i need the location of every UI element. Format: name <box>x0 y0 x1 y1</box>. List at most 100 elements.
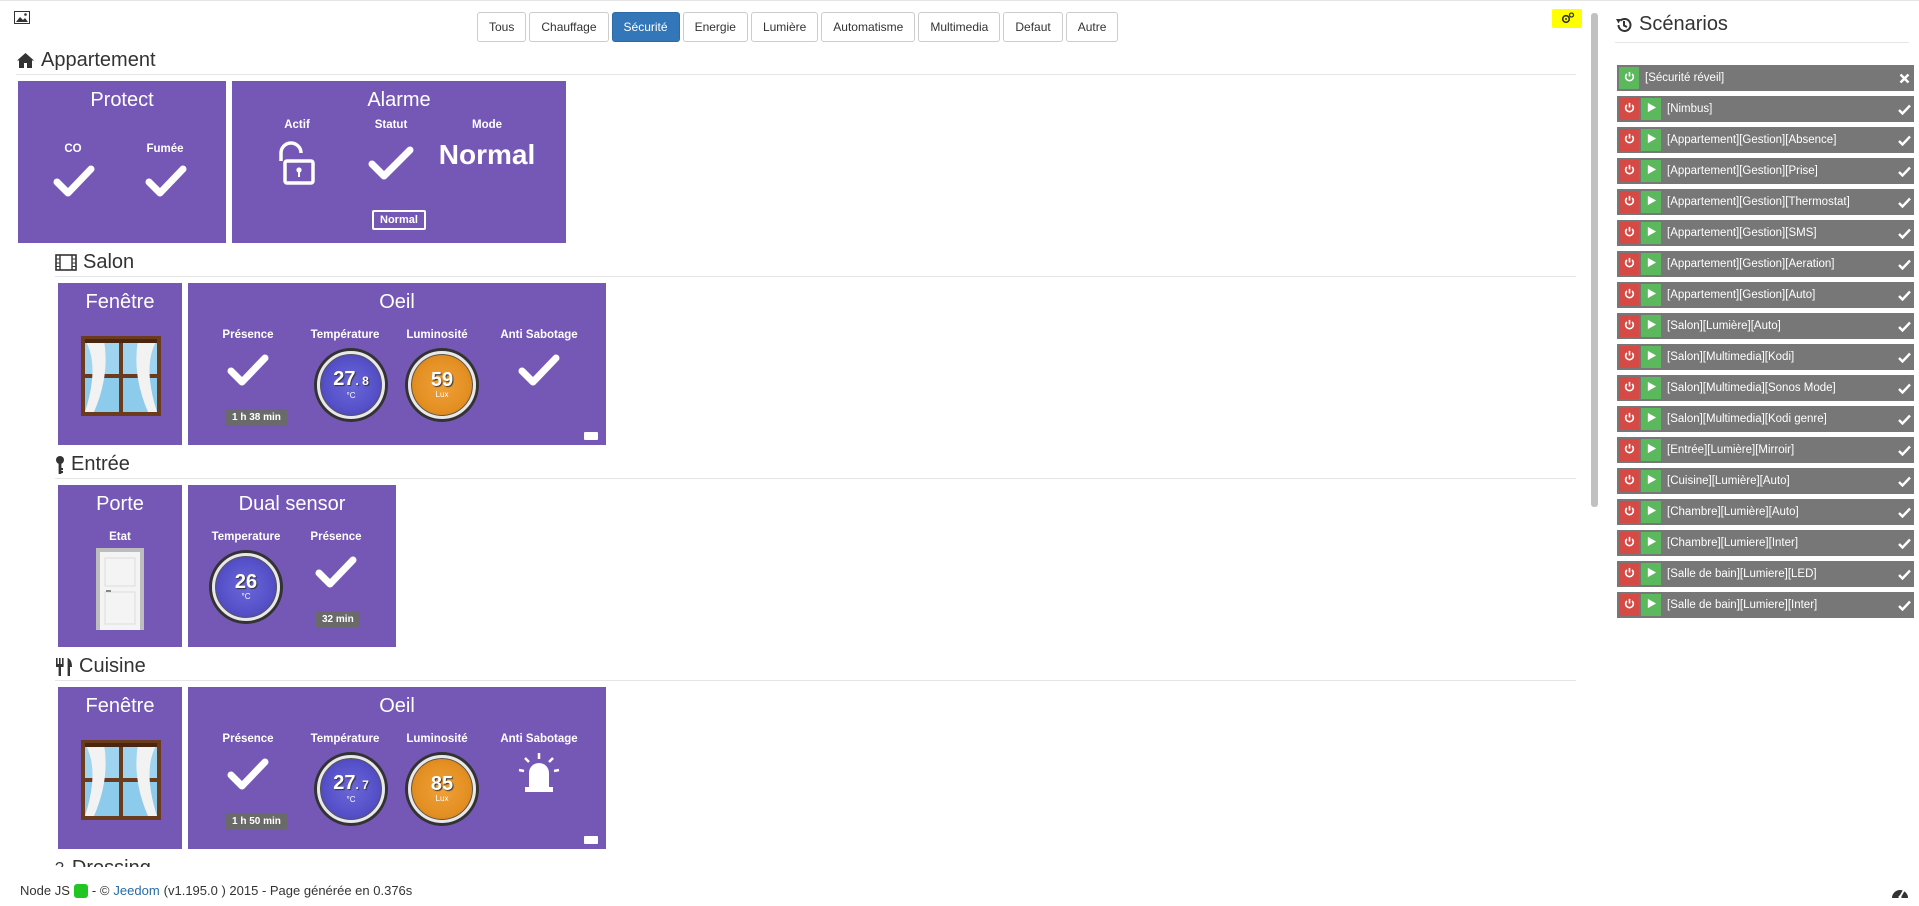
stop-scenario-button[interactable] <box>1619 501 1639 523</box>
scenario-name[interactable]: [Appartement][Gestion][Absence] <box>1667 134 1894 146</box>
stop-scenario-button[interactable] <box>1619 563 1639 585</box>
run-scenario-button[interactable] <box>1641 222 1661 244</box>
stop-scenario-button[interactable] <box>1619 594 1639 616</box>
scenario-name[interactable]: [Salon][Multimedia][Kodi] <box>1667 351 1894 363</box>
anti-sabotage-label: Anti Sabotage <box>500 329 578 341</box>
play-icon <box>1646 381 1657 395</box>
scenario-name[interactable]: [Appartement][Gestion][Auto] <box>1667 289 1894 301</box>
scenario-name[interactable]: [Salon][Multimedia][Kodi genre] <box>1667 413 1894 425</box>
dashboard-main: Appartement Protect CO Fumée Alarme Acti… <box>0 1 1590 867</box>
check-icon[interactable] <box>1894 507 1914 518</box>
check-icon[interactable] <box>1894 228 1914 239</box>
power-icon <box>1624 195 1635 209</box>
check-icon[interactable] <box>1894 476 1914 487</box>
run-scenario-button[interactable] <box>1641 284 1661 306</box>
scenario-name[interactable]: [Salle de bain][Lumiere][LED] <box>1667 568 1894 580</box>
check-icon[interactable] <box>1894 538 1914 549</box>
scenario-row: [Salon][Multimedia][Kodi genre] <box>1617 406 1914 432</box>
scenario-row: [Cuisine][Lumière][Auto] <box>1617 468 1914 494</box>
check-icon[interactable] <box>1894 383 1914 394</box>
check-icon[interactable] <box>1894 166 1914 177</box>
run-scenario-button[interactable] <box>1641 532 1661 554</box>
stop-scenario-button[interactable] <box>1619 532 1639 554</box>
check-icon[interactable] <box>1894 600 1914 611</box>
check-icon[interactable] <box>1894 321 1914 332</box>
object-title-salon[interactable]: Salon <box>55 251 1576 277</box>
scenario-row: [Chambre][Lumiere][Inter] <box>1617 530 1914 556</box>
jeedom-link[interactable]: Jeedom <box>113 883 159 898</box>
scenario-name[interactable]: [Salon][Lumière][Auto] <box>1667 320 1894 332</box>
unlock-icon[interactable] <box>273 139 321 185</box>
stop-scenario-button[interactable] <box>1619 284 1639 306</box>
stop-scenario-button[interactable] <box>1619 315 1639 337</box>
run-scenario-button[interactable] <box>1641 470 1661 492</box>
run-scenario-button[interactable] <box>1641 129 1661 151</box>
stop-scenario-button[interactable] <box>1619 160 1639 182</box>
play-icon <box>1646 443 1657 457</box>
play-icon <box>1646 164 1657 178</box>
run-scenario-button[interactable] <box>1641 98 1661 120</box>
stop-scenario-button[interactable] <box>1619 129 1639 151</box>
check-icon[interactable] <box>1894 104 1914 115</box>
check-icon[interactable] <box>1894 135 1914 146</box>
check-icon[interactable] <box>1894 569 1914 580</box>
scenario-name[interactable]: [Appartement][Gestion][Thermostat] <box>1667 196 1894 208</box>
run-scenario-button[interactable] <box>1641 439 1661 461</box>
mode-normal-button[interactable]: Normal <box>372 210 426 230</box>
power-icon <box>1624 350 1635 364</box>
scenario-name[interactable]: [Appartement][Gestion][Aeration] <box>1667 258 1894 270</box>
scenario-name[interactable]: [Appartement][Gestion][SMS] <box>1667 227 1894 239</box>
check-icon[interactable] <box>1894 352 1914 363</box>
run-scenario-button[interactable] <box>1641 594 1661 616</box>
run-scenario-button[interactable] <box>1641 253 1661 275</box>
check-icon[interactable] <box>1894 290 1914 301</box>
stop-scenario-button[interactable] <box>1619 67 1639 89</box>
scenario-name[interactable]: [Salon][Multimedia][Sonos Mode] <box>1667 382 1894 394</box>
stop-scenario-button[interactable] <box>1619 439 1639 461</box>
scenario-name[interactable]: [Entrée][Lumière][Mirroir] <box>1667 444 1894 456</box>
scenario-name[interactable]: [Sécurité réveil] <box>1645 72 1894 84</box>
scenario-name[interactable]: [Salle de bain][Lumiere][Inter] <box>1667 599 1894 611</box>
object-title-dressing[interactable]: ? Dressing <box>55 857 1576 867</box>
object-title-appartement[interactable]: Appartement <box>16 49 1576 75</box>
object-name: Entrée <box>71 453 130 475</box>
scenario-name[interactable]: [Appartement][Gestion][Prise] <box>1667 165 1894 177</box>
scrollbar[interactable] <box>1591 13 1598 507</box>
check-icon[interactable] <box>1894 445 1914 456</box>
close-icon[interactable] <box>1894 73 1914 84</box>
stop-scenario-button[interactable] <box>1619 191 1639 213</box>
object-title-entree[interactable]: Entrée <box>55 453 1576 479</box>
stop-scenario-button[interactable] <box>1619 470 1639 492</box>
object-title-cuisine[interactable]: Cuisine <box>55 655 1576 681</box>
scenario-name[interactable]: [Chambre][Lumière][Auto] <box>1667 506 1894 518</box>
run-scenario-button[interactable] <box>1641 346 1661 368</box>
scenario-name[interactable]: [Nimbus] <box>1667 103 1894 115</box>
run-scenario-button[interactable] <box>1641 377 1661 399</box>
check-icon[interactable] <box>1894 259 1914 270</box>
version-info: (v1.195.0 ) 2015 - Page générée en 0.376… <box>163 883 413 898</box>
run-scenario-button[interactable] <box>1641 501 1661 523</box>
stop-scenario-button[interactable] <box>1619 222 1639 244</box>
luminosite-unit: Lux <box>435 390 449 399</box>
run-scenario-button[interactable] <box>1641 191 1661 213</box>
dashboard-icon[interactable] <box>1891 885 1909 899</box>
run-scenario-button[interactable] <box>1641 563 1661 585</box>
stop-scenario-button[interactable] <box>1619 98 1639 120</box>
power-icon <box>1624 536 1635 550</box>
stop-scenario-button[interactable] <box>1619 377 1639 399</box>
anti-sabotage-cmd: Anti Sabotage <box>494 733 584 798</box>
temperature-int: 27 <box>333 772 356 794</box>
run-scenario-button[interactable] <box>1641 408 1661 430</box>
scenario-name[interactable]: [Cuisine][Lumière][Auto] <box>1667 475 1894 487</box>
object-name: Appartement <box>41 49 156 71</box>
run-scenario-button[interactable] <box>1641 160 1661 182</box>
check-icon[interactable] <box>1894 197 1914 208</box>
stop-scenario-button[interactable] <box>1619 253 1639 275</box>
run-scenario-button[interactable] <box>1641 315 1661 337</box>
stop-scenario-button[interactable] <box>1619 346 1639 368</box>
scenario-name[interactable]: [Chambre][Lumiere][Inter] <box>1667 537 1894 549</box>
stop-scenario-button[interactable] <box>1619 408 1639 430</box>
alarm-siren-icon <box>518 753 560 792</box>
copyright-separator: - © <box>91 883 110 898</box>
check-icon[interactable] <box>1894 414 1914 425</box>
